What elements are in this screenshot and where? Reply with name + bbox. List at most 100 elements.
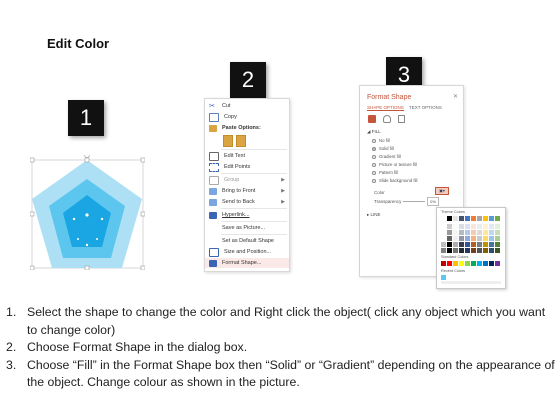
theme-color-swatch[interactable] [447, 236, 452, 241]
theme-color-swatch[interactable] [459, 242, 464, 247]
theme-color-swatch[interactable] [489, 216, 494, 221]
radio-slide-background-fill[interactable]: Slide background fill [372, 178, 417, 183]
theme-color-swatch[interactable] [453, 216, 458, 221]
theme-color-swatch[interactable] [483, 230, 488, 235]
menu-item-hyperlink[interactable]: Hyperlink... [205, 210, 289, 220]
theme-color-swatch[interactable] [441, 224, 446, 229]
theme-color-swatch[interactable] [471, 242, 476, 247]
theme-color-swatch[interactable] [459, 248, 464, 253]
menu-item-cut[interactable]: ✂ Cut [205, 101, 289, 111]
theme-color-swatch[interactable] [495, 248, 500, 253]
theme-color-swatch[interactable] [477, 236, 482, 241]
theme-color-swatch[interactable] [489, 242, 494, 247]
theme-color-swatch[interactable] [465, 248, 470, 253]
theme-color-swatch[interactable] [471, 248, 476, 253]
theme-color-swatch[interactable] [459, 224, 464, 229]
theme-color-swatch[interactable] [489, 230, 494, 235]
theme-color-swatch[interactable] [483, 236, 488, 241]
theme-color-swatch[interactable] [477, 248, 482, 253]
menu-item-format-shape[interactable]: Format Shape... [205, 258, 289, 268]
menu-item-bring-to-front[interactable]: Bring to Front ▶ [205, 186, 289, 196]
radio-gradient-fill[interactable]: Gradient fill [372, 154, 401, 159]
line-section-header[interactable]: ▸ LINE [367, 212, 381, 218]
theme-color-swatch[interactable] [483, 224, 488, 229]
theme-color-swatch[interactable] [447, 216, 452, 221]
color-picker-button[interactable]: ▣▾ [435, 187, 449, 195]
transparency-slider[interactable] [403, 201, 425, 202]
theme-color-swatch[interactable] [465, 216, 470, 221]
standard-color-swatch[interactable] [465, 261, 470, 266]
standard-color-swatch[interactable] [459, 261, 464, 266]
menu-item-send-to-back[interactable]: Send to Back ▶ [205, 197, 289, 207]
recent-color-swatch[interactable] [441, 275, 446, 280]
standard-color-swatch[interactable] [447, 261, 452, 266]
menu-item-copy[interactable]: Copy [205, 112, 289, 122]
standard-color-swatch[interactable] [489, 261, 494, 266]
theme-color-swatch[interactable] [489, 248, 494, 253]
more-colors-option[interactable] [441, 281, 501, 284]
theme-color-swatch[interactable] [453, 248, 458, 253]
theme-color-swatch[interactable] [495, 216, 500, 221]
theme-color-swatch[interactable] [483, 242, 488, 247]
theme-color-swatch[interactable] [465, 242, 470, 247]
theme-color-swatch[interactable] [477, 224, 482, 229]
menu-item-save-as-picture[interactable]: Save as Picture... [205, 223, 289, 233]
theme-color-swatch[interactable] [471, 236, 476, 241]
theme-color-swatch[interactable] [495, 236, 500, 241]
theme-color-swatch[interactable] [441, 248, 446, 253]
radio-solid-fill[interactable]: Solid fill [372, 146, 394, 151]
menu-item-group[interactable]: Group ▶ [205, 175, 289, 185]
menu-item-edit-text[interactable]: Edit Text [205, 151, 289, 161]
theme-color-swatch[interactable] [483, 248, 488, 253]
theme-color-swatch[interactable] [459, 236, 464, 241]
standard-color-swatch[interactable] [477, 261, 482, 266]
size-properties-icon[interactable] [398, 115, 405, 123]
paste-option-buttons[interactable] [205, 134, 289, 147]
theme-color-swatch[interactable] [447, 224, 452, 229]
tab-shape-options[interactable]: SHAPE OPTIONS [367, 105, 404, 111]
theme-color-swatch[interactable] [441, 216, 446, 221]
theme-color-swatch[interactable] [441, 230, 446, 235]
standard-color-swatch[interactable] [453, 261, 458, 266]
standard-color-swatch[interactable] [483, 261, 488, 266]
menu-item-edit-points[interactable]: Edit Points [205, 162, 289, 172]
close-icon[interactable]: ✕ [453, 93, 458, 100]
theme-color-swatch[interactable] [453, 236, 458, 241]
standard-color-swatch[interactable] [471, 261, 476, 266]
tab-text-options[interactable]: TEXT OPTIONS [409, 105, 442, 110]
theme-color-swatch[interactable] [459, 230, 464, 235]
theme-color-swatch[interactable] [477, 216, 482, 221]
menu-item-set-default-shape[interactable]: Set as Default Shape [205, 236, 289, 246]
theme-color-swatch[interactable] [447, 248, 452, 253]
standard-color-swatch[interactable] [495, 261, 500, 266]
radio-picture-fill[interactable]: Picture or texture fill [372, 162, 417, 167]
theme-color-swatch[interactable] [471, 224, 476, 229]
theme-color-swatch[interactable] [495, 224, 500, 229]
standard-color-swatch[interactable] [441, 261, 446, 266]
theme-color-swatch[interactable] [489, 224, 494, 229]
theme-color-swatch[interactable] [441, 242, 446, 247]
transparency-input[interactable]: 0% [427, 197, 439, 206]
theme-color-swatch[interactable] [453, 224, 458, 229]
theme-color-swatch[interactable] [465, 236, 470, 241]
theme-color-swatch[interactable] [453, 242, 458, 247]
paste-keep-format-icon[interactable] [223, 134, 233, 147]
theme-color-swatch[interactable] [447, 242, 452, 247]
fill-line-icon[interactable] [368, 115, 376, 123]
theme-color-swatch[interactable] [495, 242, 500, 247]
theme-color-swatch[interactable] [453, 230, 458, 235]
theme-color-swatch[interactable] [459, 216, 464, 221]
radio-no-fill[interactable]: No fill [372, 138, 390, 143]
theme-color-swatch[interactable] [483, 216, 488, 221]
theme-color-swatch[interactable] [477, 230, 482, 235]
theme-color-swatch[interactable] [465, 224, 470, 229]
effects-icon[interactable] [383, 115, 391, 123]
selected-shape[interactable] [29, 152, 146, 271]
menu-item-size-and-position[interactable]: Size and Position... [205, 247, 289, 257]
paste-picture-icon[interactable] [236, 134, 246, 147]
radio-pattern-fill[interactable]: Pattern fill [372, 170, 398, 175]
theme-color-swatch[interactable] [495, 230, 500, 235]
theme-color-swatch[interactable] [441, 236, 446, 241]
theme-color-swatch[interactable] [465, 230, 470, 235]
theme-color-swatch[interactable] [477, 242, 482, 247]
